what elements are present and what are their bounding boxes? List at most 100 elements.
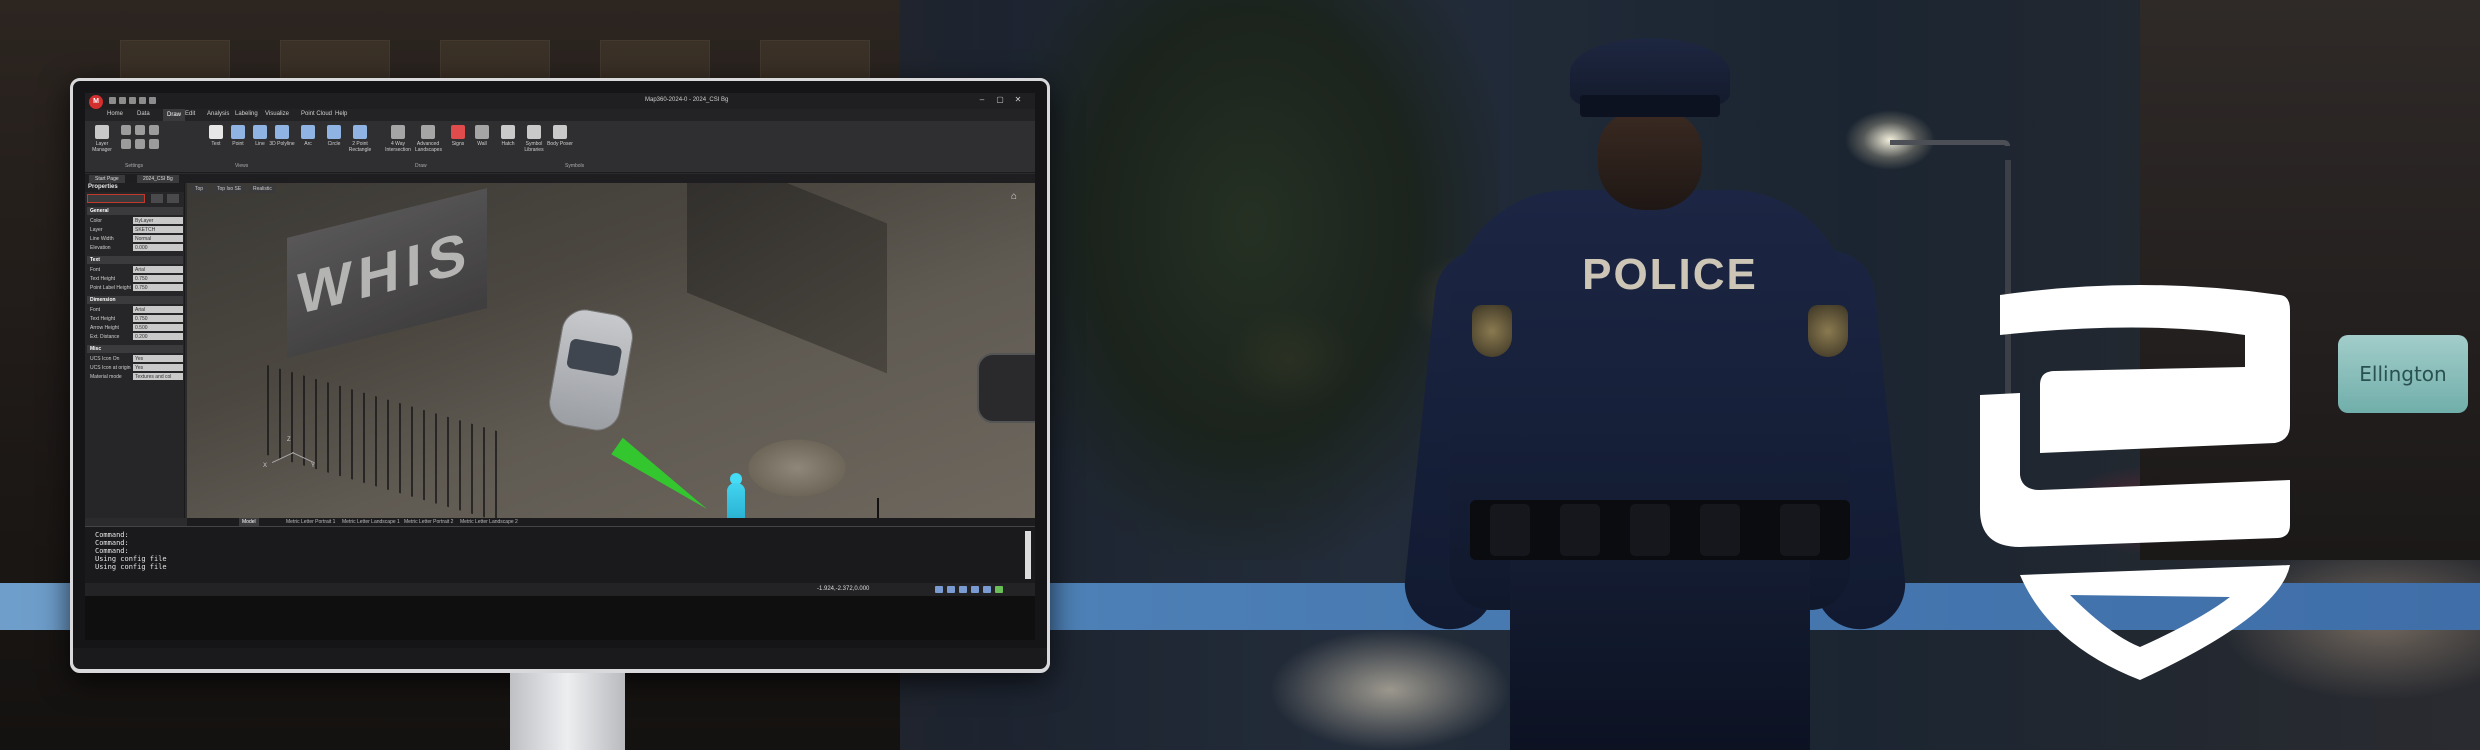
ribbon-button-2-point-rectangle[interactable]: 2 Point Rectangle [347, 125, 373, 153]
property-value-field[interactable]: 0.750 [133, 284, 183, 291]
ribbon-button-label: Line [255, 141, 265, 147]
command-scrollbar[interactable] [1025, 531, 1031, 579]
ribbon-button-hatch[interactable]: Hatch [495, 125, 521, 147]
property-row: Font Arial [87, 306, 183, 314]
layout-tab-3[interactable]: Metric Letter Portrait 2 [401, 518, 456, 526]
menu-edit[interactable]: Edit [185, 111, 195, 117]
grid-icon[interactable] [947, 586, 955, 593]
ribbon-button-signs[interactable]: Signs [445, 125, 471, 147]
new-file-icon[interactable] [109, 97, 116, 104]
layout-tab-4[interactable]: Metric Letter Landscape 2 [457, 518, 521, 526]
layout-tab-2[interactable]: Metric Letter Landscape 1 [339, 518, 403, 526]
snap-icon[interactable] [935, 586, 943, 593]
redo-icon[interactable] [149, 97, 156, 104]
layers-icon [95, 125, 109, 139]
doc-tab-1[interactable]: 2024_CSI Bg [137, 175, 179, 183]
polar-icon[interactable] [971, 586, 979, 593]
layout-tab-0[interactable]: Model [239, 518, 259, 526]
ortho-icon[interactable] [959, 586, 967, 593]
property-value-field[interactable]: ByLayer [133, 217, 183, 224]
shoulder-patch-icon [1472, 305, 1512, 357]
viewport-label-2[interactable]: Realistic [249, 185, 276, 193]
menu-point-cloud[interactable]: Point Cloud [301, 111, 332, 117]
property-name: Line Width [90, 236, 114, 242]
property-row: Text Height 0.750 [87, 315, 183, 323]
ribbon-button-label: 3D Polyline [269, 141, 295, 147]
ribbon-button-layer-manager[interactable]: Layer Manager [89, 125, 115, 153]
menu-home[interactable]: Home [107, 111, 123, 117]
properties-section-text[interactable]: Text [87, 256, 183, 264]
property-value-field[interactable]: Arial [133, 306, 183, 313]
ribbon-button-arc[interactable]: Arc [295, 125, 321, 147]
ribbon-button-label: Wall [477, 141, 487, 147]
doc-tab-0[interactable]: Start Page [89, 175, 125, 183]
menu-labeling[interactable]: Labeling [235, 111, 258, 117]
settings-tool-icon[interactable] [149, 125, 159, 135]
duty-belt [1470, 500, 1850, 560]
ribbon-button-circle[interactable]: Circle [321, 125, 347, 147]
settings-icon[interactable] [167, 194, 179, 203]
minimize-icon[interactable]: – [975, 95, 989, 104]
ribbon-button-label: Symbol Libraries [524, 141, 544, 153]
police-label: POLICE [1582, 250, 1758, 299]
app-logo-icon[interactable]: M [89, 95, 103, 109]
menu-analysis[interactable]: Analysis [207, 111, 229, 117]
human-figure-model[interactable] [727, 483, 745, 518]
property-value-field[interactable]: 0.750 [133, 315, 183, 322]
filter-icon[interactable] [151, 194, 163, 203]
property-value-field[interactable]: Textures and col [133, 373, 183, 380]
undo-icon[interactable] [139, 97, 146, 104]
menu-draw[interactable]: Draw [163, 109, 186, 121]
text-icon [209, 125, 223, 139]
property-value-field[interactable]: Yes [133, 364, 183, 371]
ribbon-button-3d-polyline[interactable]: 3D Polyline [269, 125, 295, 147]
settings-tool-icon[interactable] [135, 139, 145, 149]
property-value-field[interactable]: Arial [133, 266, 183, 273]
home-view-icon[interactable]: ⌂ [1011, 191, 1017, 202]
viewport-label-0[interactable]: Top [191, 185, 208, 193]
property-value-field[interactable]: 0.500 [133, 324, 183, 331]
properties-section-dimension[interactable]: Dimension [87, 296, 183, 304]
viewport-label-1[interactable]: Top Iso SE [213, 185, 246, 193]
properties-search-input[interactable] [87, 194, 145, 203]
status-indicator-icon[interactable] [995, 586, 1003, 593]
property-value-field[interactable]: 0.200 [133, 333, 183, 340]
command-line: Command: [95, 539, 129, 547]
property-value-field[interactable]: Normal [133, 235, 183, 242]
command-history: Command: Command: Command: Using config fil… [95, 531, 167, 571]
property-value-field[interactable]: 0.750 [133, 275, 183, 282]
menu-help[interactable]: Help [335, 111, 347, 117]
menu-data[interactable]: Data [137, 111, 150, 117]
properties-section-misc[interactable]: Misc [87, 345, 183, 353]
3d-viewport[interactable]: WHIS ⌂ Z X Y Top Top Iso SE Realistic [187, 183, 1035, 518]
command-window[interactable]: Command: Command: Command: Using config fil… [85, 526, 1035, 583]
settings-tool-icon[interactable] [121, 125, 131, 135]
property-value-field[interactable]: SKETCH [133, 226, 183, 233]
vehicle-model[interactable] [545, 305, 637, 435]
line-icon [253, 125, 267, 139]
graffiti-wall: WHIS [287, 188, 487, 358]
point-icon [231, 125, 245, 139]
osnap-icon[interactable] [983, 586, 991, 593]
settings-tool-icon[interactable] [121, 139, 131, 149]
line-of-sight-cone [611, 437, 713, 518]
ribbon-button-body-poser[interactable]: Body Poser [547, 125, 573, 147]
close-icon[interactable]: ✕ [1011, 95, 1025, 104]
ribbon-button-4-way-intersection[interactable]: 4 Way Intersection [385, 125, 411, 153]
ribbon-button-advanced-landscapes[interactable]: Advanced Landscapes [415, 125, 442, 153]
layout-tab-1[interactable]: Metric Letter Portrait 1 [283, 518, 338, 526]
save-icon[interactable] [129, 97, 136, 104]
rectangle-icon [353, 125, 367, 139]
open-file-icon[interactable] [119, 97, 126, 104]
second-vehicle-model[interactable] [977, 353, 1035, 423]
layout-tabs: Model Metric Letter Portrait 1 Metric Lett… [187, 518, 1035, 526]
maximize-icon[interactable]: ▢ [993, 95, 1007, 104]
settings-tool-icon[interactable] [149, 139, 159, 149]
menu-visualize[interactable]: Visualize [265, 111, 289, 117]
property-value-field[interactable]: 0.000 [133, 244, 183, 251]
ribbon-button-symbol-libraries[interactable]: Symbol Libraries [521, 125, 547, 153]
ribbon-button-wall[interactable]: Wall [469, 125, 495, 147]
settings-tool-icon[interactable] [135, 125, 145, 135]
property-value-field[interactable]: Yes [133, 355, 183, 362]
properties-section-general[interactable]: General [87, 207, 183, 215]
